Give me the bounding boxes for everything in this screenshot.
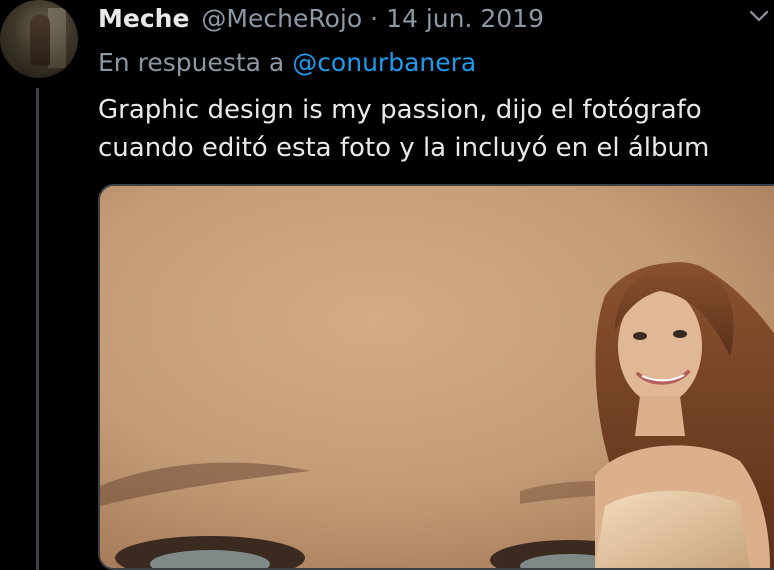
thread-line bbox=[36, 88, 39, 570]
tweet-date[interactable]: 14 jun. 2019 bbox=[386, 4, 544, 33]
reply-context: En respuesta a @conurbanera bbox=[98, 48, 476, 77]
chevron-down-icon[interactable] bbox=[748, 8, 770, 24]
photo-illustration bbox=[100, 186, 774, 568]
tweet-photo[interactable] bbox=[98, 184, 774, 570]
tweet-header: Meche @MecheRojo · 14 jun. 2019 bbox=[98, 4, 544, 38]
header-separator: · bbox=[370, 4, 379, 33]
author-name[interactable]: Meche bbox=[98, 4, 189, 33]
avatar-photo-figure bbox=[30, 14, 50, 66]
avatar-photo-light bbox=[48, 8, 66, 68]
avatar[interactable] bbox=[0, 0, 78, 78]
reply-mention-link[interactable]: @conurbanera bbox=[292, 48, 476, 77]
author-handle[interactable]: @MecheRojo bbox=[201, 4, 362, 33]
tweet-text: Graphic design is my passion, dijo el fo… bbox=[98, 95, 710, 163]
reply-prefix: En respuesta a bbox=[98, 48, 285, 77]
